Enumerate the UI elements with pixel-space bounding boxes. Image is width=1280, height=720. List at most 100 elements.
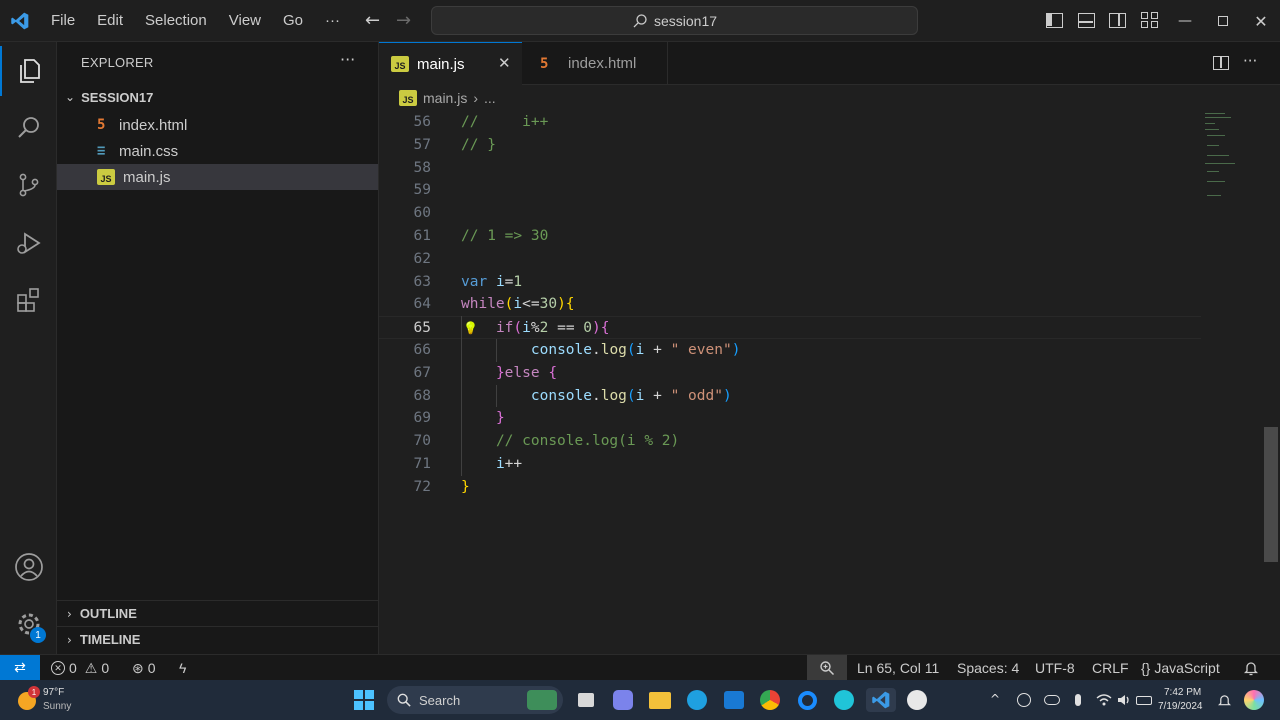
notifications-bell-icon[interactable]: [1244, 655, 1258, 681]
tab-index-html[interactable]: 5 index.html: [524, 42, 668, 85]
maximize-button[interactable]: [1204, 0, 1242, 42]
code-line[interactable]: 72}: [379, 476, 1201, 499]
cursor-position[interactable]: Ln 65, Col 11: [857, 655, 939, 681]
microphone-icon[interactable]: [1066, 688, 1090, 712]
lightbulb-icon[interactable]: 💡: [463, 317, 478, 340]
ports-status[interactable]: ⊛ 0: [132, 655, 156, 681]
accounts-icon[interactable]: [0, 542, 57, 592]
zoom-button[interactable]: [807, 655, 847, 681]
tray-app-icon[interactable]: [1012, 688, 1036, 712]
menu-view[interactable]: View: [218, 0, 272, 42]
search-icon: [633, 13, 647, 27]
vscode-taskbar-icon[interactable]: [866, 688, 896, 712]
problems-status[interactable]: ✕ 0 ⚠ 0: [51, 655, 109, 681]
clock-time[interactable]: 7:42 PM: [1164, 687, 1201, 698]
code-line[interactable]: 69 }: [379, 407, 1201, 430]
command-center-search[interactable]: session17: [431, 6, 918, 35]
tray-cloud-icon[interactable]: [1040, 688, 1064, 712]
chrome-icon[interactable]: [758, 688, 782, 712]
clock-date[interactable]: 7/19/2024: [1158, 701, 1203, 712]
file-main-js[interactable]: JS main.js: [57, 164, 378, 190]
code-line[interactable]: 68 console.log(i + " odd"): [379, 385, 1201, 408]
code-line[interactable]: 59: [379, 179, 1201, 202]
vscode-logo-icon[interactable]: [0, 0, 40, 42]
lightning-icon[interactable]: ϟ: [179, 655, 186, 681]
code-line[interactable]: 60: [379, 202, 1201, 225]
file-main-css[interactable]: ≡ main.css: [57, 138, 378, 164]
search-icon: [397, 693, 411, 707]
language-mode[interactable]: {} JavaScript: [1141, 655, 1220, 681]
code-text: console.log(i + " even"): [530, 342, 741, 358]
tab-close-icon[interactable]: ✕: [498, 54, 511, 72]
code-line[interactable]: 63 var i=1: [379, 271, 1201, 294]
code-line[interactable]: 71 i++: [379, 453, 1201, 476]
code-line[interactable]: 58: [379, 157, 1201, 180]
code-line[interactable]: 56 // i++: [379, 111, 1201, 134]
code-line[interactable]: 61 // 1 => 30: [379, 225, 1201, 248]
weather-widget[interactable]: 1 97°F Sunny: [16, 686, 86, 716]
outline-section[interactable]: › OUTLINE: [57, 600, 379, 626]
breadcrumb-rest[interactable]: ...: [484, 90, 496, 106]
search-view-icon[interactable]: [0, 103, 57, 153]
teams-icon[interactable]: [611, 688, 635, 712]
run-debug-icon[interactable]: [0, 218, 57, 268]
customize-layout-icon[interactable]: [1141, 12, 1159, 29]
source-control-icon[interactable]: [0, 160, 57, 210]
editor-more-icon[interactable]: ···: [1243, 52, 1257, 70]
menu-file[interactable]: File: [40, 0, 86, 42]
editor-tabs: JS main.js ✕ 5 index.html ···: [379, 42, 1280, 85]
encoding[interactable]: UTF-8: [1035, 655, 1075, 681]
code-line[interactable]: 64 while(i<=30){: [379, 293, 1201, 316]
tab-main-js[interactable]: JS main.js ✕: [379, 42, 522, 85]
code-line[interactable]: 67 }else {: [379, 362, 1201, 385]
code-line[interactable]: 70 // console.log(i % 2): [379, 430, 1201, 453]
taskbar-search-label: Search: [419, 692, 461, 708]
minimap[interactable]: [1201, 111, 1261, 211]
code-line[interactable]: 66 console.log(i + " even"): [379, 339, 1201, 362]
indentation[interactable]: Spaces: 4: [957, 655, 1019, 681]
toggle-primary-sidebar-icon[interactable]: [1046, 13, 1063, 28]
file-explorer-icon[interactable]: [648, 688, 672, 712]
toggle-secondary-sidebar-icon[interactable]: [1109, 13, 1126, 28]
code-line[interactable]: 62: [379, 248, 1201, 271]
menu-edit[interactable]: Edit: [86, 0, 134, 42]
back-arrow-icon[interactable]: ←: [365, 10, 380, 31]
settings-gear-icon[interactable]: 1: [0, 599, 57, 649]
line-number: 64: [413, 296, 431, 313]
edge-icon[interactable]: [685, 688, 709, 712]
editor-scrollbar[interactable]: [1264, 427, 1278, 562]
minimize-button[interactable]: —: [1166, 0, 1204, 42]
github-icon[interactable]: [905, 688, 929, 712]
notification-bell-icon[interactable]: [1212, 688, 1236, 712]
battery-icon[interactable]: [1132, 688, 1156, 712]
remote-icon[interactable]: ⇄: [0, 654, 40, 681]
close-window-button[interactable]: ✕: [1242, 0, 1280, 42]
editor-area: JS main.js ✕ 5 index.html ··· JS main.js…: [379, 42, 1280, 654]
end-of-line[interactable]: CRLF: [1092, 655, 1129, 681]
line-number: 57: [413, 136, 431, 153]
explorer-icon[interactable]: [0, 46, 57, 96]
explorer-more-icon[interactable]: ···: [340, 50, 355, 69]
menu-go[interactable]: Go: [272, 0, 314, 42]
app-icon-blue-ring[interactable]: [795, 688, 819, 712]
app-icon-cyan[interactable]: [832, 688, 856, 712]
extensions-icon[interactable]: [0, 275, 57, 325]
task-view-icon[interactable]: [574, 688, 598, 712]
chevron-right-icon: ›: [67, 632, 72, 647]
menu-more[interactable]: ···: [314, 0, 351, 42]
windows-start-icon[interactable]: [352, 688, 376, 712]
copilot-icon[interactable]: [1242, 688, 1266, 712]
code-line[interactable]: 65 if(i%2 == 0){💡: [379, 316, 1201, 339]
tray-chevron-up-icon[interactable]: ^: [990, 692, 1000, 706]
timeline-section[interactable]: › TIMELINE: [57, 626, 379, 652]
file-index-html[interactable]: 5 index.html: [57, 112, 378, 138]
folder-session17[interactable]: ⌄ SESSION17: [57, 86, 379, 108]
breadcrumb-file[interactable]: main.js: [423, 90, 467, 106]
forward-arrow-icon[interactable]: →: [396, 10, 411, 31]
toggle-panel-icon[interactable]: [1078, 13, 1095, 28]
store-icon[interactable]: [722, 688, 746, 712]
split-editor-icon[interactable]: [1213, 56, 1229, 70]
taskbar-search[interactable]: Search: [387, 686, 563, 714]
menu-selection[interactable]: Selection: [134, 0, 218, 42]
code-line[interactable]: 57 // }: [379, 134, 1201, 157]
